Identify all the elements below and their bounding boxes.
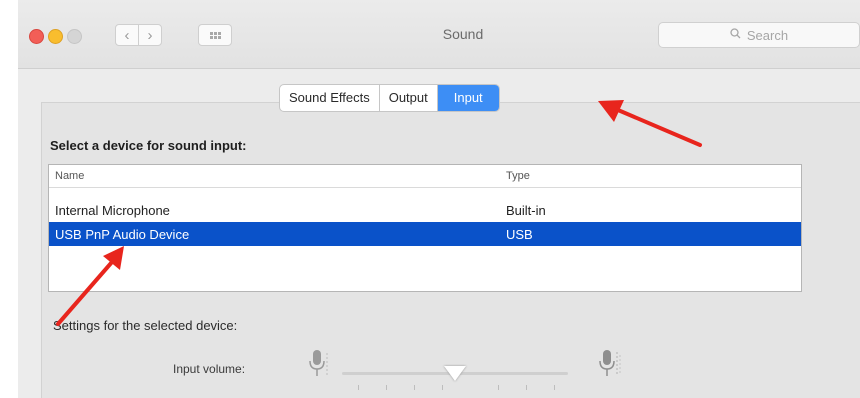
input-device-table[interactable]: Name Type Internal Microphone Built-in U… xyxy=(48,164,802,292)
settings-label: Settings for the selected device: xyxy=(53,318,238,333)
table-row-selected[interactable]: USB PnP Audio Device USB xyxy=(49,222,801,246)
table-row[interactable]: Internal Microphone Built-in xyxy=(49,198,801,222)
slider-tick xyxy=(498,385,499,390)
tab-bar: Sound Effects Output Input xyxy=(279,84,500,112)
close-window-button[interactable] xyxy=(29,29,44,44)
search-field[interactable]: Search xyxy=(658,22,860,48)
back-button[interactable]: ‹ xyxy=(115,24,139,46)
grid-icon xyxy=(209,31,221,39)
slider-tick xyxy=(386,385,387,390)
show-all-button[interactable] xyxy=(198,24,232,46)
device-type: USB xyxy=(506,227,533,242)
chevron-left-icon: ‹ xyxy=(124,26,130,44)
chevron-right-icon: › xyxy=(147,26,153,44)
tab-output[interactable]: Output xyxy=(380,85,438,111)
search-icon xyxy=(730,28,741,42)
slider-tick xyxy=(526,385,527,390)
title-bar: ‹ › Sound Search xyxy=(18,0,860,69)
microphone-high-icon xyxy=(598,349,622,384)
device-name: Internal Microphone xyxy=(55,203,170,218)
column-header-type[interactable]: Type xyxy=(506,170,530,182)
slider-tick xyxy=(358,385,359,390)
slider-tick xyxy=(554,385,555,390)
device-type: Built-in xyxy=(506,203,546,218)
tab-sound-effects[interactable]: Sound Effects xyxy=(280,85,380,111)
device-name: USB PnP Audio Device xyxy=(55,227,190,242)
table-header: Name Type xyxy=(49,165,801,188)
zoom-window-button[interactable] xyxy=(67,29,82,44)
tab-input[interactable]: Input xyxy=(437,85,499,111)
input-volume-slider-thumb[interactable] xyxy=(444,366,466,381)
device-list-heading: Select a device for sound input: xyxy=(50,138,247,153)
microphone-low-icon xyxy=(308,349,330,384)
window-title: Sound xyxy=(442,26,484,42)
column-header-name[interactable]: Name xyxy=(55,170,84,182)
minimize-window-button[interactable] xyxy=(48,29,63,44)
forward-button[interactable]: › xyxy=(138,24,162,46)
search-placeholder: Search xyxy=(746,27,789,43)
slider-tick xyxy=(442,385,443,390)
slider-tick xyxy=(414,385,415,390)
input-volume-label: Input volume: xyxy=(173,362,246,376)
